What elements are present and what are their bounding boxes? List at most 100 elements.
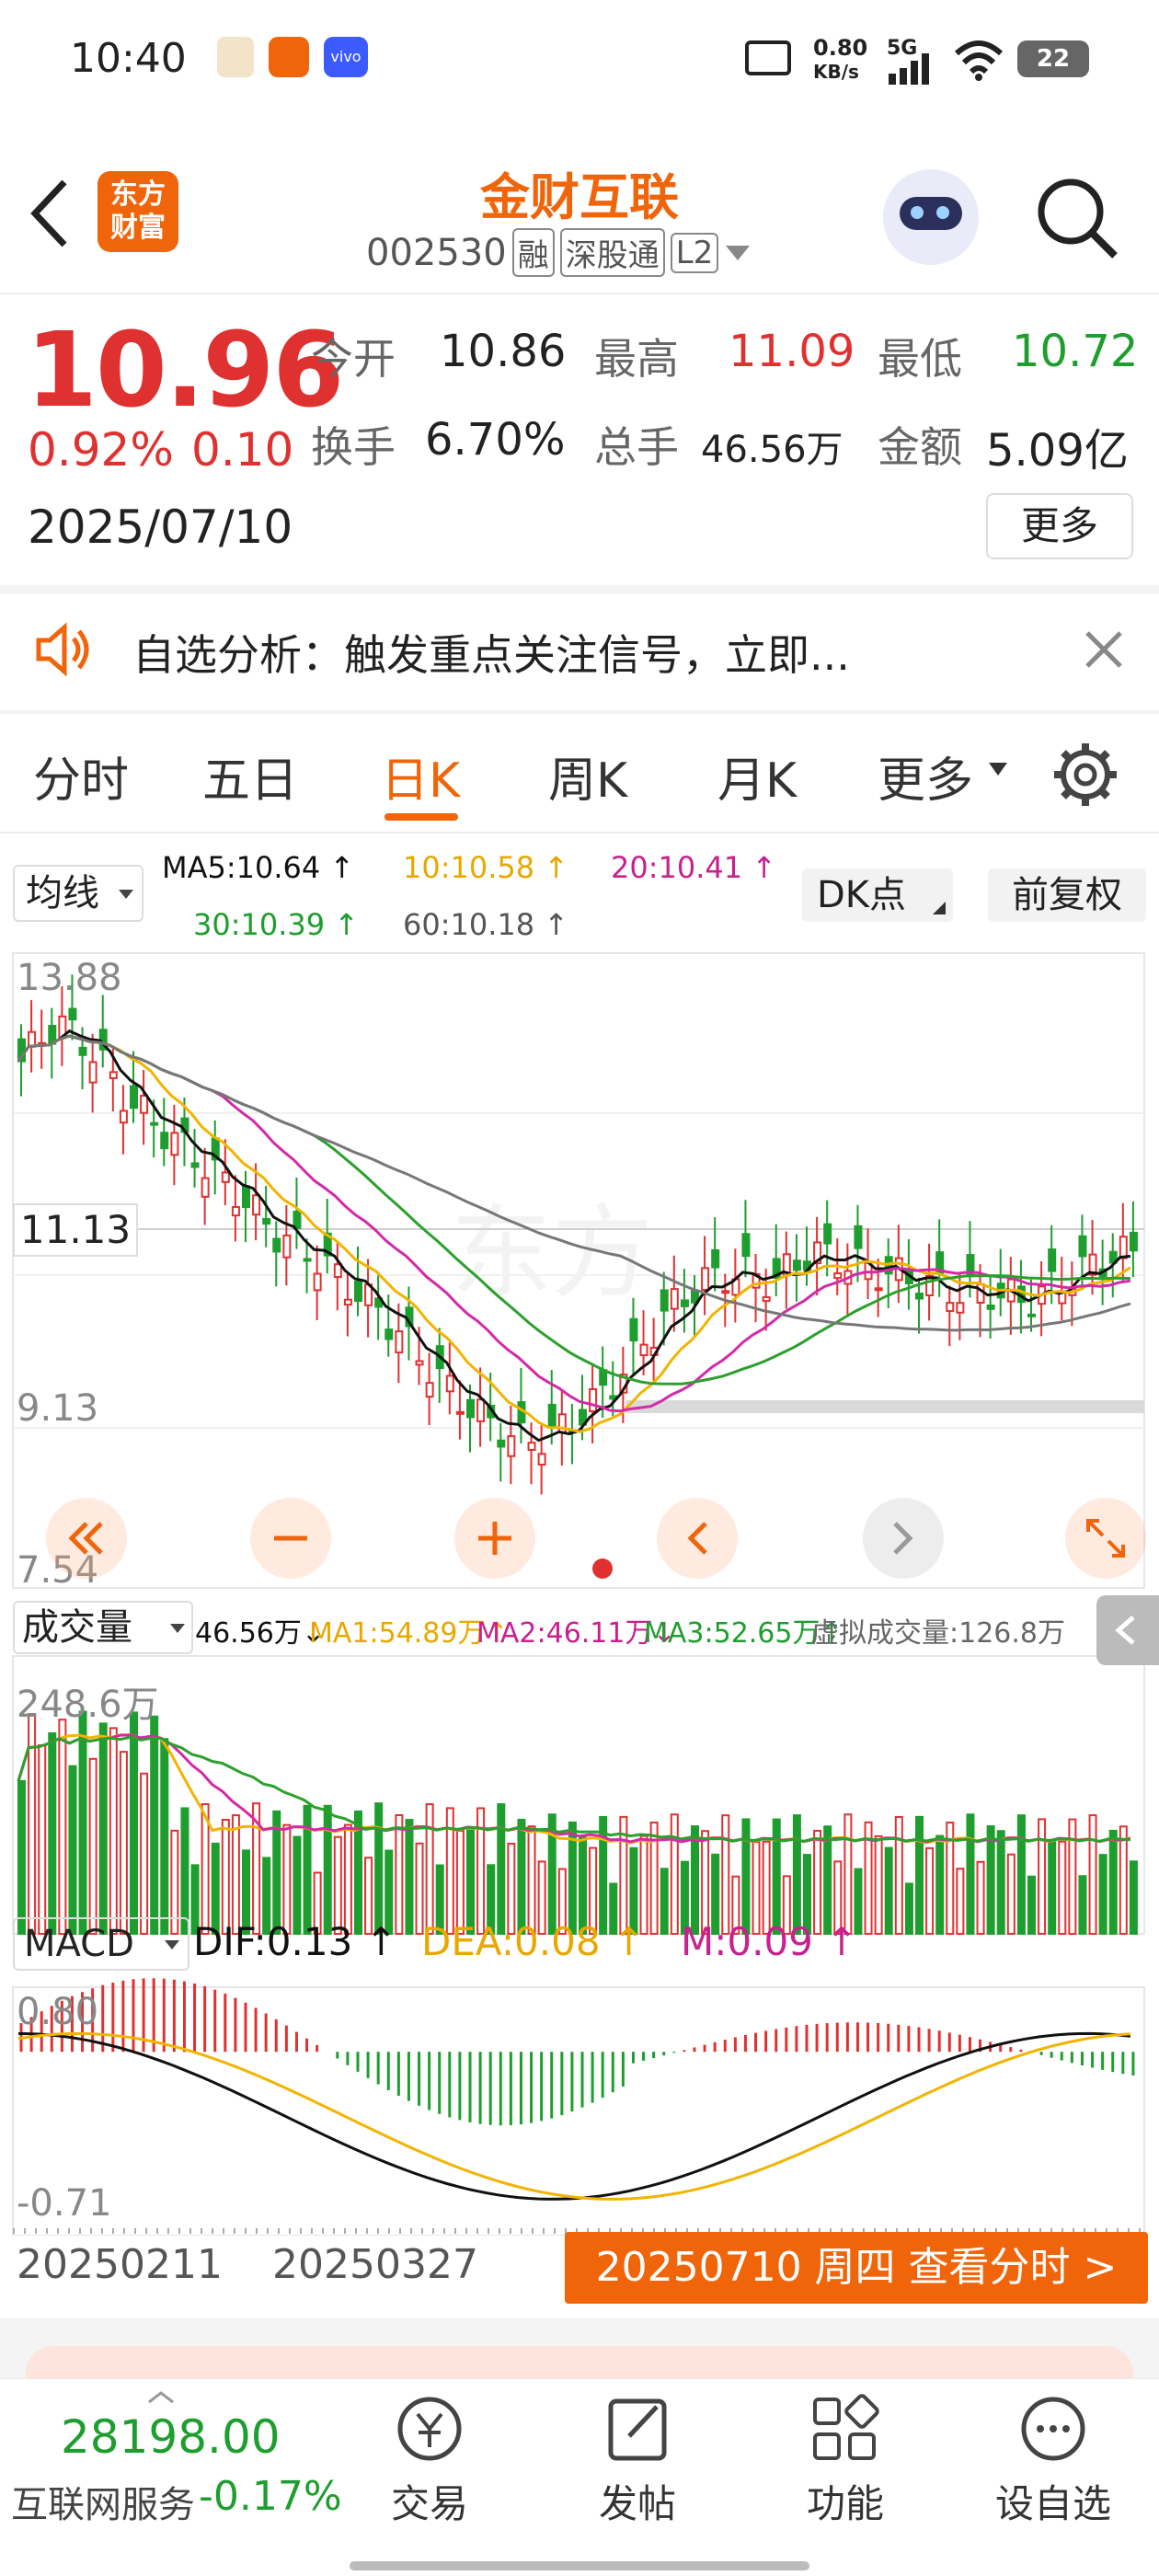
ma20-value: 20:10.41 ↑: [611, 850, 777, 885]
volume-bar: [38, 1743, 47, 1936]
divider: [0, 710, 1159, 714]
tab-more[interactable]: 更多: [878, 742, 973, 811]
candle-body: [986, 1305, 995, 1310]
volume-bar: [1078, 1875, 1087, 1935]
tab-monthly-k[interactable]: 月K: [717, 742, 797, 811]
close-icon[interactable]: [1084, 629, 1124, 670]
low-value: 10.72: [1012, 326, 1139, 377]
ma-selector-label: 均线: [26, 872, 99, 914]
home-indicator: [350, 2561, 809, 2570]
volume-bar: [303, 1804, 312, 1936]
divider: [0, 832, 1159, 834]
volume-selector-label: 成交量: [22, 1606, 132, 1649]
stock-header: 东方 财富 金财互联 002530 融 深股通 L2: [0, 129, 1159, 294]
candle-body: [425, 1382, 434, 1398]
candle-body: [221, 1171, 230, 1183]
ma-selector[interactable]: 均线: [13, 865, 143, 922]
search-icon[interactable]: [1034, 175, 1122, 263]
volume-bar: [956, 1868, 965, 1935]
fullscreen-button[interactable]: [1065, 1498, 1146, 1579]
volume-bar: [691, 1825, 699, 1935]
candle-body: [1048, 1248, 1057, 1272]
candle-body: [629, 1317, 638, 1342]
open-label: 今开: [311, 334, 396, 384]
volume-bar: [925, 1846, 935, 1935]
nav-trade[interactable]: 交易: [361, 2392, 499, 2529]
date-mid: 20250327: [272, 2241, 478, 2288]
ai-robot-icon[interactable]: [883, 169, 979, 265]
volume-bar: [282, 1823, 292, 1936]
candle-body: [78, 1046, 87, 1056]
candle-body: [343, 1298, 352, 1306]
candle-body: [711, 1248, 720, 1269]
candle-body: [956, 1302, 965, 1314]
tab-five-day[interactable]: 五日: [202, 742, 298, 811]
tab-daily-k[interactable]: 日K: [381, 742, 460, 811]
volume-bar: [58, 1719, 67, 1935]
volume-bar: [996, 1830, 1005, 1935]
volume-bar: [1048, 1841, 1057, 1936]
current-price: 10.96: [26, 311, 344, 431]
chevron-right-icon: [893, 1522, 913, 1555]
adjust-button[interactable]: 前复权: [988, 868, 1146, 922]
candle-body: [333, 1263, 342, 1279]
candle-body: [527, 1442, 536, 1451]
date-start: 20250211: [17, 2241, 223, 2288]
index-value[interactable]: 28198.00: [61, 2410, 281, 2464]
nav-add-watchlist[interactable]: 设自选: [984, 2392, 1122, 2529]
dropdown-arrow-icon: [170, 1624, 185, 1633]
candle-body: [670, 1288, 679, 1310]
move-right-button[interactable]: [863, 1498, 944, 1579]
macd-selector-label: MACD: [24, 1923, 134, 1965]
tab-active-indicator: [384, 813, 458, 821]
dk-point-button[interactable]: DK点: [802, 868, 953, 922]
candle-body: [466, 1398, 475, 1419]
candle-body: [721, 1290, 730, 1294]
move-left-button[interactable]: [657, 1498, 738, 1579]
volume-label: 总手: [594, 422, 679, 472]
volume-bar: [1058, 1840, 1067, 1935]
candle-body: [262, 1217, 271, 1225]
nav-post[interactable]: 发帖: [568, 2392, 706, 2529]
candle-body: [547, 1403, 557, 1428]
tab-weekly-k[interactable]: 周K: [548, 742, 627, 811]
volume-selector[interactable]: 成交量: [13, 1601, 193, 1654]
zoom-out-button[interactable]: [250, 1498, 331, 1579]
expand-arrow-icon[interactable]: [147, 2390, 175, 2404]
notice-text[interactable]: 自选分析：触发重点关注信号，立即...: [132, 622, 850, 683]
macd-selector[interactable]: MACD: [13, 1917, 189, 1971]
candle-body: [1027, 1313, 1036, 1317]
candle-body: [660, 1289, 669, 1312]
volume-bar: [874, 1834, 883, 1935]
stock-code-row[interactable]: 002530 融 深股通 L2: [366, 228, 752, 277]
volume-bar: [323, 1804, 332, 1936]
stock-name: 金财互联: [480, 168, 679, 226]
volume-bar: [660, 1868, 669, 1936]
minus-icon: [274, 1535, 307, 1541]
index-name[interactable]: 互联网服务: [11, 2475, 195, 2528]
candle-body: [833, 1271, 843, 1280]
more-button[interactable]: 更多: [986, 493, 1133, 559]
ma60-value: 60:10.18 ↑: [403, 907, 569, 942]
zoom-in-button[interactable]: [454, 1498, 535, 1579]
zoom-left-fast-button[interactable]: [46, 1498, 127, 1579]
kline-chart[interactable]: 东方: [0, 948, 1159, 2236]
record-dot: [592, 1558, 613, 1579]
tab-intraday[interactable]: 分时: [33, 742, 129, 811]
battery-icon: 22: [1017, 40, 1089, 77]
quote-date: 2025/07/10: [28, 500, 293, 554]
watermark: 东方: [451, 1194, 653, 1312]
yen-circle-icon: [397, 2397, 462, 2461]
candle-body: [150, 1121, 159, 1126]
tag-margin: 融: [511, 228, 555, 277]
view-intraday-button[interactable]: 20250710 周四 查看分时 >: [565, 2232, 1148, 2304]
settings-icon[interactable]: [1052, 742, 1119, 808]
dropdown-arrow-icon: [119, 890, 133, 899]
candle-body: [792, 1259, 801, 1271]
nav-function[interactable]: 功能: [776, 2392, 914, 2529]
side-panel-toggle[interactable]: [1096, 1595, 1159, 1665]
low-label: 最低: [878, 334, 962, 384]
volume-bar: [1108, 1829, 1118, 1935]
ma30-value: 30:10.39 ↑: [193, 907, 360, 942]
amount-value: 5.09亿: [986, 425, 1129, 477]
